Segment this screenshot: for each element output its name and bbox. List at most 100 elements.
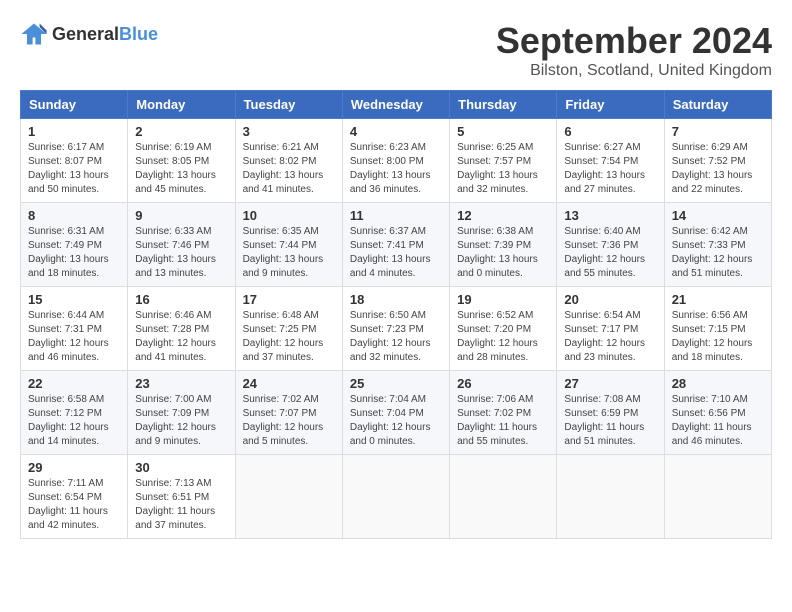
week-row-2: 8 Sunrise: 6:31 AMSunset: 7:49 PMDaylight… — [21, 203, 772, 287]
day-number: 13 — [564, 208, 656, 223]
week-row-3: 15 Sunrise: 6:44 AMSunset: 7:31 PMDayligh… — [21, 287, 772, 371]
day-number: 16 — [135, 292, 227, 307]
day-number: 10 — [243, 208, 335, 223]
week-row-1: 1Sunrise: 6:17 AMSunset: 8:07 PMDaylight… — [21, 119, 772, 203]
day-info: Sunrise: 7:08 AMSunset: 6:59 PMDaylight:… — [564, 393, 656, 449]
header-thursday: Thursday — [450, 91, 557, 119]
day-info: Sunrise: 6:52 AMSunset: 7:20 PMDaylight:… — [457, 309, 549, 365]
day-info: Sunrise: 6:31 AMSunset: 7:49 PMDaylight:… — [28, 225, 120, 281]
day-number: 4 — [350, 124, 442, 139]
day-number: 24 — [243, 376, 335, 391]
logo-icon — [20, 20, 48, 48]
week-row-4: 22 Sunrise: 6:58 AMSunset: 7:12 PMDayligh… — [21, 371, 772, 455]
table-cell: 3Sunrise: 6:21 AMSunset: 8:02 PMDaylight… — [235, 119, 342, 203]
table-cell: 8 Sunrise: 6:31 AMSunset: 7:49 PMDaylight… — [21, 203, 128, 287]
day-info: Sunrise: 6:23 AMSunset: 8:00 PMDaylight:… — [350, 141, 442, 197]
table-cell — [557, 455, 664, 539]
day-info: Sunrise: 6:42 AMSunset: 7:33 PMDaylight:… — [672, 225, 764, 281]
day-number: 15 — [28, 292, 120, 307]
day-info: Sunrise: 7:10 AMSunset: 6:56 PMDaylight:… — [672, 393, 764, 449]
logo-general: GeneralBlue — [52, 24, 158, 45]
header-saturday: Saturday — [664, 91, 771, 119]
day-info: Sunrise: 6:33 AMSunset: 7:46 PMDaylight:… — [135, 225, 227, 281]
day-info: Sunrise: 6:54 AMSunset: 7:17 PMDaylight:… — [564, 309, 656, 365]
day-info: Sunrise: 6:56 AMSunset: 7:15 PMDaylight:… — [672, 309, 764, 365]
table-cell: 26 Sunrise: 7:06 AMSunset: 7:02 PMDayligh… — [450, 371, 557, 455]
day-info: Sunrise: 7:06 AMSunset: 7:02 PMDaylight:… — [457, 393, 549, 449]
table-cell: 20 Sunrise: 6:54 AMSunset: 7:17 PMDayligh… — [557, 287, 664, 371]
day-info: Sunrise: 6:19 AMSunset: 8:05 PMDaylight:… — [135, 141, 227, 197]
table-cell: 30Sunrise: 7:13 AMSunset: 6:51 PMDayligh… — [128, 455, 235, 539]
table-cell: 22 Sunrise: 6:58 AMSunset: 7:12 PMDayligh… — [21, 371, 128, 455]
table-cell: 2 Sunrise: 6:19 AMSunset: 8:05 PMDaylight… — [128, 119, 235, 203]
table-cell: 21 Sunrise: 6:56 AMSunset: 7:15 PMDayligh… — [664, 287, 771, 371]
day-info: Sunrise: 6:35 AMSunset: 7:44 PMDaylight:… — [243, 225, 335, 281]
day-number: 3 — [243, 124, 335, 139]
day-number: 12 — [457, 208, 549, 223]
table-cell: 5 Sunrise: 6:25 AMSunset: 7:57 PMDaylight… — [450, 119, 557, 203]
day-number: 14 — [672, 208, 764, 223]
header-friday: Friday — [557, 91, 664, 119]
day-number: 8 — [28, 208, 120, 223]
header-sunday: Sunday — [21, 91, 128, 119]
day-info: Sunrise: 6:58 AMSunset: 7:12 PMDaylight:… — [28, 393, 120, 449]
day-info: Sunrise: 7:00 AMSunset: 7:09 PMDaylight:… — [135, 393, 227, 449]
table-cell: 9 Sunrise: 6:33 AMSunset: 7:46 PMDaylight… — [128, 203, 235, 287]
day-info: Sunrise: 6:25 AMSunset: 7:57 PMDaylight:… — [457, 141, 549, 197]
day-number: 20 — [564, 292, 656, 307]
logo: GeneralBlue — [20, 20, 158, 48]
table-cell: 7Sunrise: 6:29 AMSunset: 7:52 PMDaylight… — [664, 119, 771, 203]
day-number: 21 — [672, 292, 764, 307]
day-info: Sunrise: 7:11 AMSunset: 6:54 PMDaylight:… — [28, 477, 120, 533]
calendar-title: September 2024 — [496, 20, 772, 62]
calendar-table: Sunday Monday Tuesday Wednesday Thursday… — [20, 90, 772, 539]
day-number: 30 — [135, 460, 227, 475]
day-number: 17 — [243, 292, 335, 307]
day-number: 11 — [350, 208, 442, 223]
table-cell: 12 Sunrise: 6:38 AMSunset: 7:39 PMDayligh… — [450, 203, 557, 287]
header-tuesday: Tuesday — [235, 91, 342, 119]
table-cell: 13 Sunrise: 6:40 AMSunset: 7:36 PMDayligh… — [557, 203, 664, 287]
header-monday: Monday — [128, 91, 235, 119]
table-cell: 23 Sunrise: 7:00 AMSunset: 7:09 PMDayligh… — [128, 371, 235, 455]
table-cell — [235, 455, 342, 539]
table-cell — [450, 455, 557, 539]
day-number: 25 — [350, 376, 442, 391]
day-info: Sunrise: 6:50 AMSunset: 7:23 PMDaylight:… — [350, 309, 442, 365]
day-info: Sunrise: 6:46 AMSunset: 7:28 PMDaylight:… — [135, 309, 227, 365]
table-cell: 25 Sunrise: 7:04 AMSunset: 7:04 PMDayligh… — [342, 371, 449, 455]
day-number: 26 — [457, 376, 549, 391]
page-header: GeneralBlue September 2024 Bilston, Scot… — [20, 20, 772, 80]
day-info: Sunrise: 6:27 AMSunset: 7:54 PMDaylight:… — [564, 141, 656, 197]
header-wednesday: Wednesday — [342, 91, 449, 119]
title-area: September 2024 Bilston, Scotland, United… — [496, 20, 772, 80]
table-cell: 16 Sunrise: 6:46 AMSunset: 7:28 PMDayligh… — [128, 287, 235, 371]
day-number: 5 — [457, 124, 549, 139]
day-number: 18 — [350, 292, 442, 307]
day-number: 6 — [564, 124, 656, 139]
table-cell: 6 Sunrise: 6:27 AMSunset: 7:54 PMDaylight… — [557, 119, 664, 203]
day-info: Sunrise: 7:04 AMSunset: 7:04 PMDaylight:… — [350, 393, 442, 449]
day-info: Sunrise: 7:02 AMSunset: 7:07 PMDaylight:… — [243, 393, 335, 449]
table-cell: 27Sunrise: 7:08 AMSunset: 6:59 PMDayligh… — [557, 371, 664, 455]
table-cell: 29Sunrise: 7:11 AMSunset: 6:54 PMDayligh… — [21, 455, 128, 539]
day-info: Sunrise: 6:38 AMSunset: 7:39 PMDaylight:… — [457, 225, 549, 281]
day-number: 9 — [135, 208, 227, 223]
day-info: Sunrise: 6:44 AMSunset: 7:31 PMDaylight:… — [28, 309, 120, 365]
table-cell: 14 Sunrise: 6:42 AMSunset: 7:33 PMDayligh… — [664, 203, 771, 287]
day-number: 19 — [457, 292, 549, 307]
day-number: 28 — [672, 376, 764, 391]
table-cell: 11 Sunrise: 6:37 AMSunset: 7:41 PMDayligh… — [342, 203, 449, 287]
day-info: Sunrise: 6:40 AMSunset: 7:36 PMDaylight:… — [564, 225, 656, 281]
calendar-subtitle: Bilston, Scotland, United Kingdom — [496, 62, 772, 80]
table-cell: 10 Sunrise: 6:35 AMSunset: 7:44 PMDayligh… — [235, 203, 342, 287]
table-cell: 17 Sunrise: 6:48 AMSunset: 7:25 PMDayligh… — [235, 287, 342, 371]
table-cell: 19 Sunrise: 6:52 AMSunset: 7:20 PMDayligh… — [450, 287, 557, 371]
day-number: 22 — [28, 376, 120, 391]
day-info: Sunrise: 6:29 AMSunset: 7:52 PMDaylight:… — [672, 141, 764, 197]
day-number: 23 — [135, 376, 227, 391]
day-info: Sunrise: 6:48 AMSunset: 7:25 PMDaylight:… — [243, 309, 335, 365]
day-number: 2 — [135, 124, 227, 139]
day-info: Sunrise: 6:37 AMSunset: 7:41 PMDaylight:… — [350, 225, 442, 281]
table-cell: 15 Sunrise: 6:44 AMSunset: 7:31 PMDayligh… — [21, 287, 128, 371]
